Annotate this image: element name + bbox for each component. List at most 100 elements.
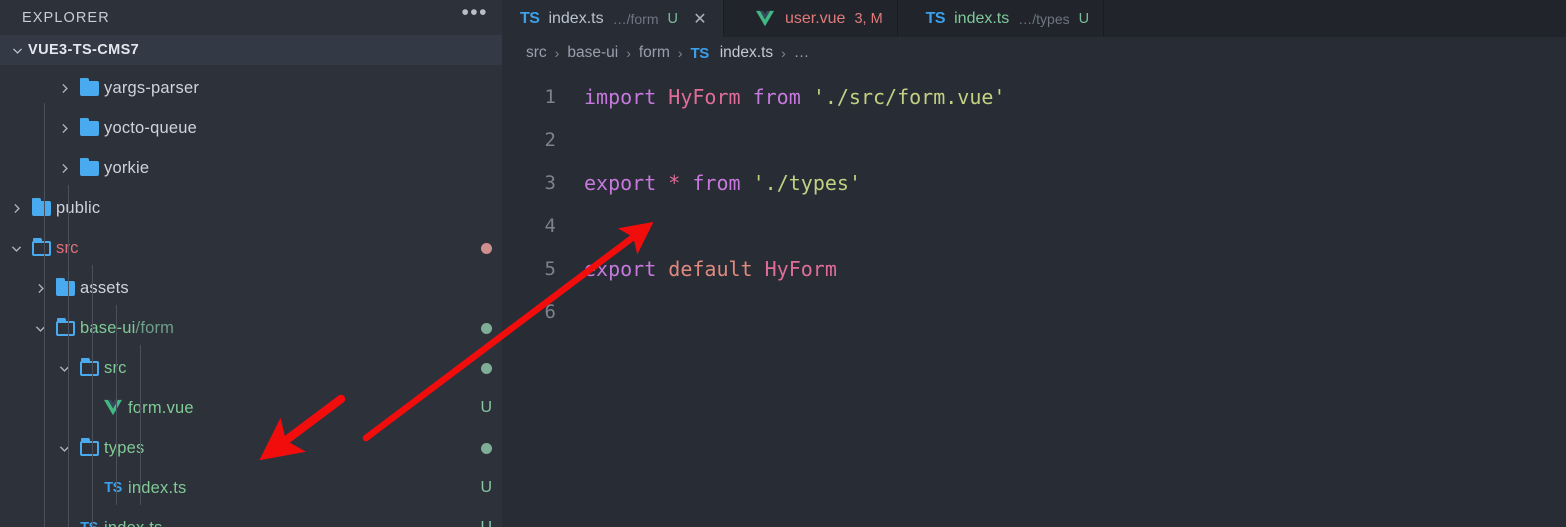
code-line[interactable]: 2 xyxy=(502,118,1566,161)
file-icon-wrap xyxy=(26,197,56,216)
breadcrumb-item[interactable]: index.ts xyxy=(720,44,773,62)
code-token: HyForm xyxy=(764,256,837,281)
status-badge: U xyxy=(480,519,492,527)
ts-file-icon: TS xyxy=(80,520,98,527)
code-line[interactable]: 4 xyxy=(502,204,1566,247)
tree-item-form-vue[interactable]: form.vue U xyxy=(0,388,502,428)
code-line[interactable]: 1 import HyForm from './src/form.vue' xyxy=(502,75,1566,118)
code-line[interactable]: 5 export default HyForm xyxy=(502,247,1566,290)
workspace-root-label: VUE3-TS-CMS7 xyxy=(28,42,140,58)
git-status-letter: U xyxy=(480,519,492,527)
tree-item-label: yorkie xyxy=(104,158,150,177)
git-status-dot xyxy=(481,242,492,254)
editor-tab-index-ts[interactable]: TS index.ts …/types U xyxy=(897,0,1105,37)
file-icon-wrap xyxy=(50,277,80,296)
tree-item-label: public xyxy=(56,198,101,217)
chevron-right-icon[interactable] xyxy=(30,282,50,295)
file-icon-wrap xyxy=(74,117,104,136)
breadcrumb-item[interactable]: … xyxy=(794,44,810,62)
file-icon-wrap xyxy=(98,399,128,417)
file-icon-wrap xyxy=(74,77,104,96)
git-status-dot xyxy=(481,362,492,374)
file-icon-wrap: TS xyxy=(98,480,128,496)
chevron-down-icon[interactable] xyxy=(54,442,74,455)
tree-item-label: yargs-parser xyxy=(104,78,200,97)
tree-item-label: yocto-queue xyxy=(104,118,198,137)
editor-tab-user-vue[interactable]: user.vue 3, M xyxy=(723,0,898,37)
code-token: './types' xyxy=(752,170,861,195)
tab-git-state: U xyxy=(1078,10,1090,27)
vscode-window: EXPLORER ••• VUE3-TS-CMS7 yargs-parser yo… xyxy=(0,0,1566,527)
tab-label: index.ts xyxy=(548,9,604,27)
code-token: * xyxy=(668,170,693,195)
chevron-right-icon: › xyxy=(781,45,786,61)
status-badge xyxy=(481,442,492,454)
code-token: from xyxy=(692,170,753,195)
indent-guide xyxy=(44,103,45,527)
chevron-right-icon[interactable] xyxy=(54,162,74,175)
editor-tab-index-ts[interactable]: TS index.ts …/form U ✕ xyxy=(502,0,724,37)
chevron-right-icon[interactable] xyxy=(54,82,74,95)
code-line[interactable]: 3 export * from './types' xyxy=(502,161,1566,204)
folder-icon xyxy=(79,357,99,376)
tab-label: index.ts xyxy=(954,9,1010,27)
chevron-right-icon: › xyxy=(677,45,683,61)
breadcrumb-item[interactable]: src xyxy=(526,44,547,62)
line-number: 4 xyxy=(544,214,556,237)
tree-item-base-ui[interactable]: base-ui/form xyxy=(0,308,502,348)
line-number: 3 xyxy=(544,171,556,194)
tree-item-yargs-parser[interactable]: yargs-parser xyxy=(0,68,502,108)
indent-guide xyxy=(68,185,69,527)
file-icon-wrap: TS xyxy=(74,520,104,527)
code-line-text: export default HyForm xyxy=(584,257,837,281)
tree-item-yorkie[interactable]: yorkie xyxy=(0,148,502,188)
breadcrumb-item[interactable]: form xyxy=(639,44,670,62)
tree-item-src[interactable]: src xyxy=(0,348,502,388)
line-number: 5 xyxy=(544,257,556,280)
tree-item-index-ts[interactable]: TS index.ts U xyxy=(0,508,502,527)
workspace-root-row[interactable]: VUE3-TS-CMS7 xyxy=(0,35,502,65)
tree-item-types[interactable]: types xyxy=(0,428,502,468)
ts-icon: TS xyxy=(925,9,946,27)
page-title: EXPLORER xyxy=(22,9,110,26)
close-icon[interactable]: ✕ xyxy=(691,9,709,29)
code-token: from xyxy=(752,84,813,109)
chevron-down-icon[interactable] xyxy=(6,242,26,255)
chevron-right-icon[interactable] xyxy=(54,122,74,135)
tree-item-public[interactable]: public xyxy=(0,188,502,228)
ts-icon: TS xyxy=(520,9,540,27)
tree-item-index-ts[interactable]: TS index.ts U xyxy=(0,468,502,508)
file-icon-wrap xyxy=(26,237,56,256)
file-icon-wrap xyxy=(74,357,104,376)
folder-icon xyxy=(31,197,51,216)
status-badge xyxy=(481,322,492,334)
chevron-down-icon[interactable] xyxy=(54,362,74,375)
code-editor[interactable]: 1 import HyForm from './src/form.vue' 2 3 ex… xyxy=(502,69,1566,333)
tree-item-assets[interactable]: assets xyxy=(0,268,502,308)
status-badge: U xyxy=(480,479,492,497)
git-status-letter: U xyxy=(480,399,492,416)
line-number: 6 xyxy=(544,300,556,323)
code-token: export xyxy=(584,256,669,281)
chevron-right-icon[interactable] xyxy=(6,202,26,215)
folder-icon xyxy=(55,277,75,296)
tree-item-label: index.ts xyxy=(128,478,187,497)
tree-item-src[interactable]: src xyxy=(0,228,502,268)
code-token: './src/form.vue' xyxy=(812,84,1006,109)
breadcrumb-item[interactable]: base-ui xyxy=(567,44,618,62)
code-line[interactable]: 6 xyxy=(502,290,1566,333)
file-icon-wrap xyxy=(74,157,104,176)
indent-guide xyxy=(116,305,117,505)
tree-item-yocto-queue[interactable]: yocto-queue xyxy=(0,108,502,148)
file-tree: yargs-parser yocto-queue yorkie public src as… xyxy=(0,65,502,527)
ellipsis-icon[interactable]: ••• xyxy=(461,2,488,27)
tree-item-label: assets xyxy=(80,278,129,297)
tab-git-state: U xyxy=(667,10,678,27)
folder-icon xyxy=(79,157,99,176)
chevron-down-icon[interactable] xyxy=(30,322,50,335)
explorer-sidebar: EXPLORER ••• VUE3-TS-CMS7 yargs-parser yo… xyxy=(0,0,502,527)
code-token: export xyxy=(584,170,669,195)
folder-icon xyxy=(31,237,51,256)
status-badge: U xyxy=(480,399,492,417)
tree-item-label: form.vue xyxy=(128,398,194,417)
